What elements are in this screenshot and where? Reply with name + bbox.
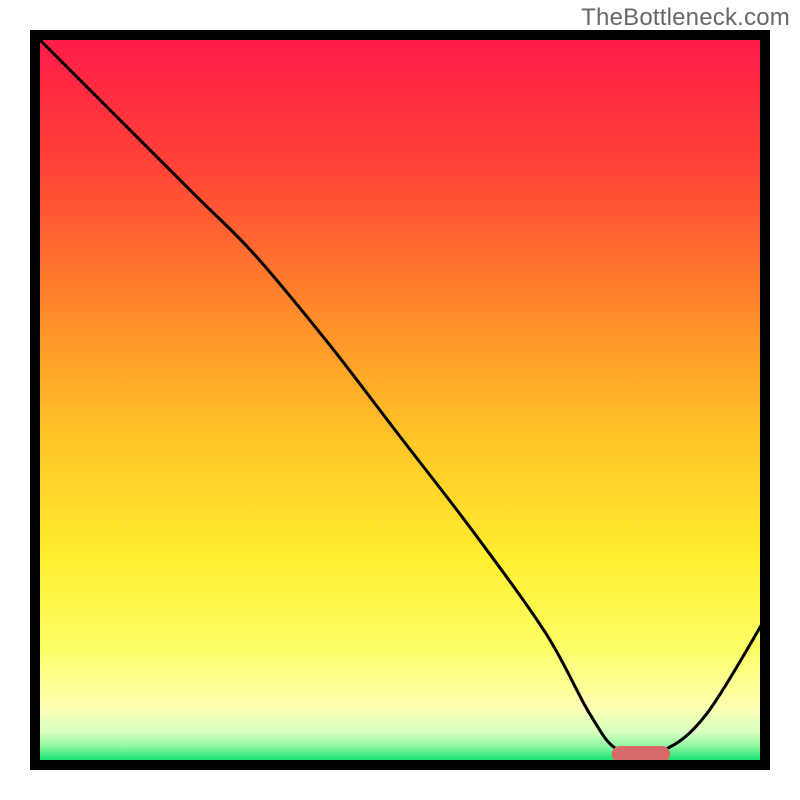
optimal-range-marker: [612, 746, 670, 762]
chart-container: TheBottleneck.com: [0, 0, 800, 800]
chart-svg: [30, 30, 770, 770]
chart-plot-area: [30, 30, 770, 770]
watermark-text: TheBottleneck.com: [581, 4, 790, 32]
